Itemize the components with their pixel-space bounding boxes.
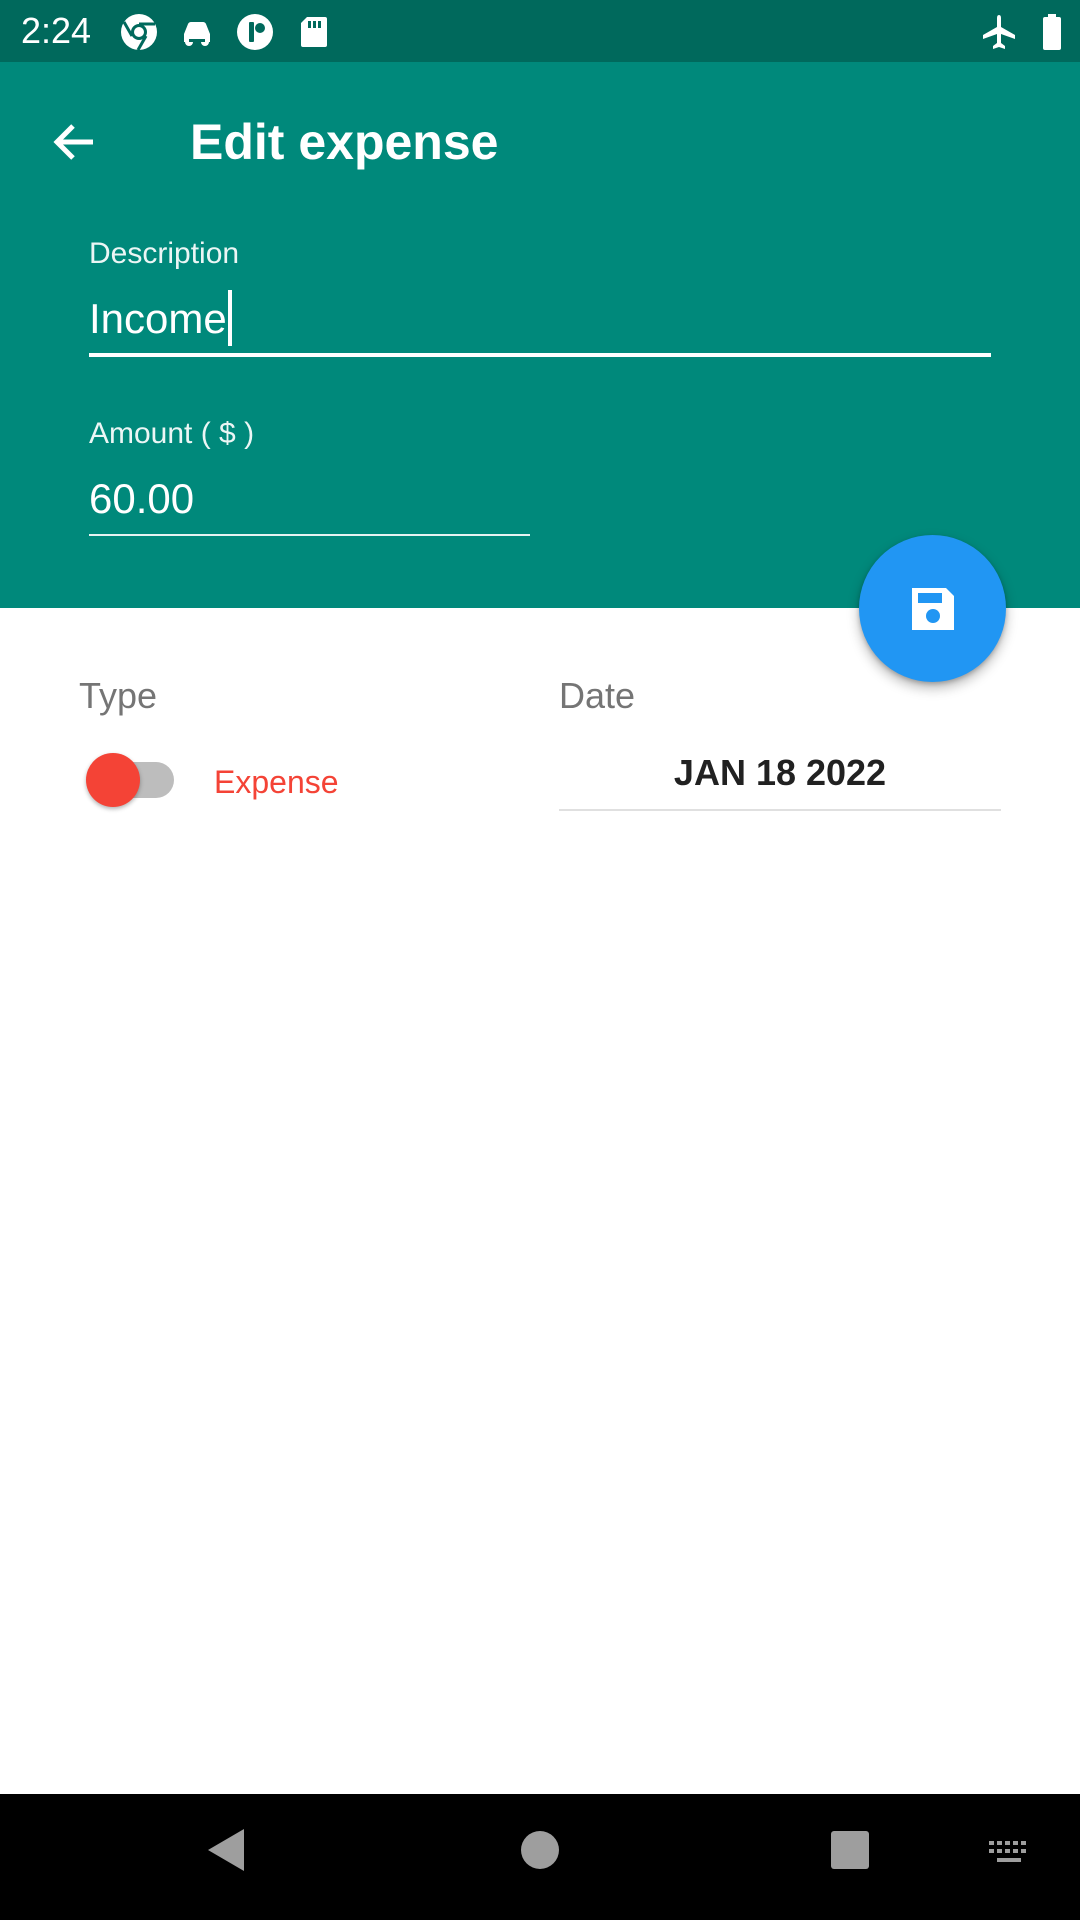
date-label: Date [559,675,636,716]
status-time: 2:24 [21,10,92,51]
back-button[interactable] [40,108,108,176]
edit-form-header: Edit expense Description Income Amount (… [0,62,1080,608]
amount-field[interactable]: 60.00 [89,472,530,530]
date-divider [559,809,1001,811]
save-button[interactable] [859,535,1006,682]
page-title: Edit expense [190,114,499,170]
amount-value: 60.00 [89,475,195,522]
circle-app-icon [237,14,273,50]
nav-home-button[interactable] [510,1820,570,1880]
chrome-icon [121,14,157,51]
description-underline [89,353,991,357]
back-triangle-icon [208,1829,244,1871]
sd-card-icon [301,17,327,47]
amount-label: Amount ( $ ) [89,417,255,450]
keyboard-switch-button[interactable] [984,1828,1034,1878]
amount-underline [89,534,530,536]
save-icon [911,587,954,630]
type-toggle[interactable] [86,752,176,808]
recents-square-icon [831,1831,869,1869]
description-label: Description [89,237,240,270]
nav-recents-button[interactable] [820,1820,880,1880]
date-picker-button[interactable]: JAN 18 2022 [559,750,1001,796]
type-value: Expense [214,764,339,800]
battery-icon [1043,14,1061,50]
home-circle-icon [521,1831,559,1869]
keyboard-icon [989,1841,1026,1862]
text-cursor [227,290,232,346]
arrow-left-icon [53,124,93,160]
type-label: Type [79,675,158,716]
car-icon [184,22,210,46]
description-value: Income [89,295,227,342]
description-field[interactable]: Income [89,290,991,352]
nav-back-button[interactable] [196,1820,256,1880]
airplane-mode-icon [983,15,1015,49]
navigation-bar [0,1794,1080,1920]
status-bar: 2:24 [0,0,1080,62]
toggle-thumb [86,753,140,807]
